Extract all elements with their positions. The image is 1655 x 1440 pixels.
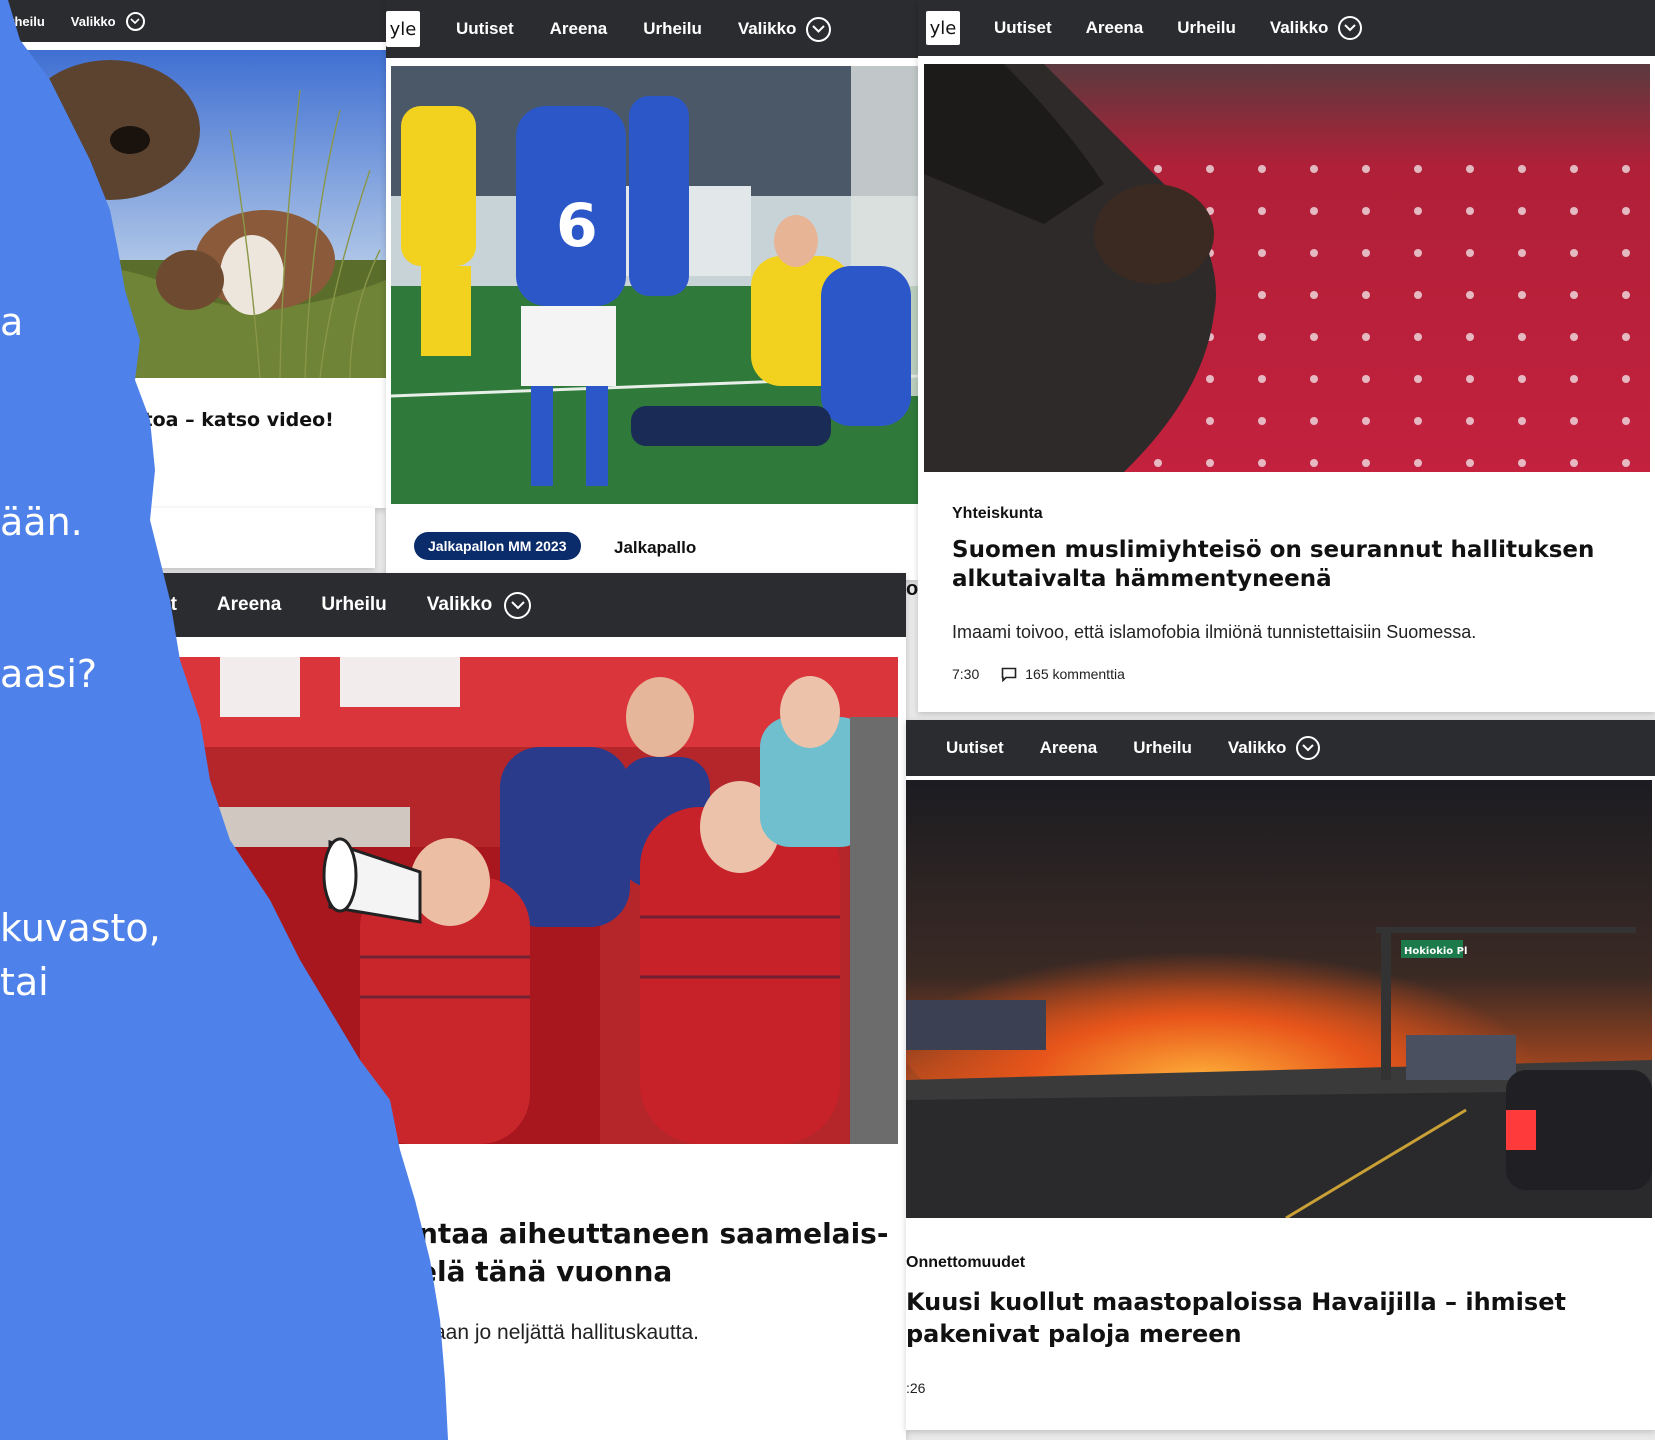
article-lead: Imaami toivoo, että islamofobia ilmiönä … (952, 622, 1477, 642)
nav-urheilu[interactable]: Urheilu (1177, 18, 1236, 38)
article-lead: aan jo neljättä hallituskautta. (434, 1321, 700, 1344)
article-headline[interactable]: Suomen muslimiyhteisö on seurannut halli… (952, 536, 1594, 595)
svg-text:6: 6 (556, 191, 598, 261)
nav-valikko[interactable]: Valikko (1270, 18, 1329, 38)
comment-count[interactable]: 165 kommenttia (1025, 666, 1125, 682)
overlay-text-line: tai (0, 960, 49, 1004)
chevron-down-icon[interactable] (504, 591, 532, 619)
yle-nav-bar: yle Uutiset Areena Urheilu Valikko (918, 0, 1655, 56)
article-card-football[interactable]: yle Uutiset Areena Urheilu Valikko 6 Jal… (386, 0, 918, 580)
yle-nav-bar: Uutiset Areena Urheilu Valikko (906, 720, 1655, 776)
article-image-mosque[interactable] (924, 64, 1650, 472)
nav-areena[interactable]: Areena (550, 19, 608, 39)
category-label[interactable]: Onnettomuudet (906, 1254, 1025, 1272)
headline-line: ntaa aiheuttaneen saamelais- (418, 1217, 889, 1250)
chevron-down-icon[interactable] (806, 16, 832, 42)
headline-line: alkutaivalta hämmentyneenä (952, 566, 1332, 593)
article-image-football[interactable]: 6 (391, 66, 918, 504)
nav-uutiset[interactable]: Uutiset (994, 18, 1052, 38)
nav-urheilu[interactable]: Urheilu (1133, 738, 1192, 758)
publish-time: :26 (906, 1380, 926, 1396)
publish-time: 7:30 (952, 666, 980, 682)
headline-line: Kuusi kuollut maastopaloissa Havaijilla … (906, 1288, 1566, 1316)
topic-tag[interactable]: Jalkapallo (614, 538, 696, 558)
article-headline[interactable]: ntaa aiheuttaneen saamelais- elä tänä vu… (418, 1215, 888, 1291)
nav-areena[interactable]: Areena (1086, 18, 1144, 38)
stray-glyph: o (906, 578, 919, 600)
article-card-fire[interactable]: Uutiset Areena Urheilu Valikko Hokiokio … (906, 720, 1655, 1430)
nav-uutiset[interactable]: Uutiset (946, 738, 1004, 758)
yle-logo[interactable]: yle (926, 11, 960, 45)
overlay-text-line: ään. (0, 500, 83, 544)
yle-nav-bar: yle Uutiset Areena Urheilu Valikko (386, 0, 918, 58)
headline-line: Suomen muslimiyhteisö on seurannut halli… (952, 537, 1595, 563)
headline-line: elä tänä vuonna (418, 1254, 673, 1288)
comment-icon[interactable] (1001, 667, 1017, 682)
article-image-fire[interactable]: Hokiokio Pl (906, 780, 1652, 1218)
nav-valikko[interactable]: Valikko (1228, 738, 1287, 758)
nav-uutiset[interactable]: Uutiset (456, 19, 514, 39)
article-headline[interactable]: Kuusi kuollut maastopaloissa Havaijilla … (906, 1286, 1566, 1351)
nav-valikko[interactable]: Valikko (738, 19, 797, 39)
category-label[interactable]: Yhteiskunta (952, 505, 1043, 523)
chevron-down-icon[interactable] (1338, 16, 1363, 40)
torn-blue-overlay (0, 0, 460, 1440)
chevron-down-icon[interactable] (1296, 736, 1321, 760)
overlay-text-line: a (0, 300, 24, 344)
overlay-text-line: kuvasto, (0, 906, 161, 950)
article-meta: :26 (906, 1380, 925, 1396)
headline-line: pakenivat paloja mereen (906, 1320, 1242, 1349)
overlay-text-line: aasi? (0, 652, 98, 696)
street-sign: Hokiokio Pl (1404, 946, 1467, 957)
article-meta: 7:30 165 kommenttia (952, 666, 1125, 682)
nav-areena[interactable]: Areena (1040, 738, 1098, 758)
article-card-mosque[interactable]: yle Uutiset Areena Urheilu Valikko Yhtei… (918, 0, 1655, 712)
nav-urheilu[interactable]: Urheilu (643, 19, 702, 39)
